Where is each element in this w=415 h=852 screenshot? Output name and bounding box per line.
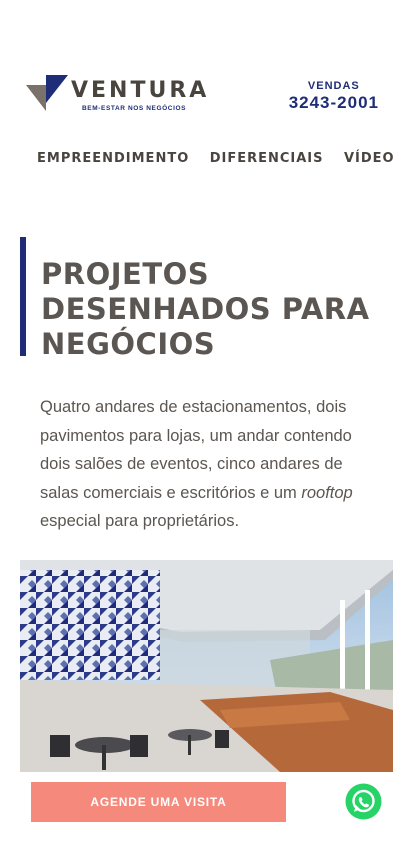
- accent-bar: [20, 237, 26, 356]
- whatsapp-icon[interactable]: [345, 783, 382, 820]
- sales-contact[interactable]: VENDAS 3243-2001: [289, 80, 379, 113]
- brand-logo[interactable]: VENTURA BEM-ESTAR NOS NEGÓCIOS: [26, 75, 206, 115]
- sales-label: VENDAS: [307, 80, 360, 92]
- schedule-visit-button[interactable]: AGENDE UMA VISITA: [31, 782, 286, 822]
- site-header: VENTURA BEM-ESTAR NOS NEGÓCIOS VENDAS 32…: [0, 0, 415, 166]
- main-nav: EMPREENDIMENTO DIFERENCIAIS VÍDEO A: [37, 148, 415, 170]
- logo-mark-icon: [26, 75, 68, 111]
- brand-name: VENTURA: [71, 78, 210, 103]
- nav-item-diferenciais[interactable]: DIFERENCIAIS: [210, 148, 324, 170]
- nav-item-video[interactable]: VÍDEO: [344, 148, 395, 170]
- description: Quatro andares de estacionamentos, dois …: [40, 393, 375, 536]
- building-render-image: [20, 560, 393, 772]
- page-title: PROJETOS DESENHADOS PARA NEGÓCIOS: [41, 257, 370, 361]
- sales-phone[interactable]: 3243-2001: [289, 93, 379, 113]
- description-text-end: especial para proprietários.: [40, 512, 240, 530]
- rooftop-illustration: [20, 560, 393, 772]
- nav-item-empreendimento[interactable]: EMPREENDIMENTO: [37, 148, 189, 170]
- brand-tagline: BEM-ESTAR NOS NEGÓCIOS: [82, 105, 187, 112]
- description-italic: rooftop: [301, 483, 353, 502]
